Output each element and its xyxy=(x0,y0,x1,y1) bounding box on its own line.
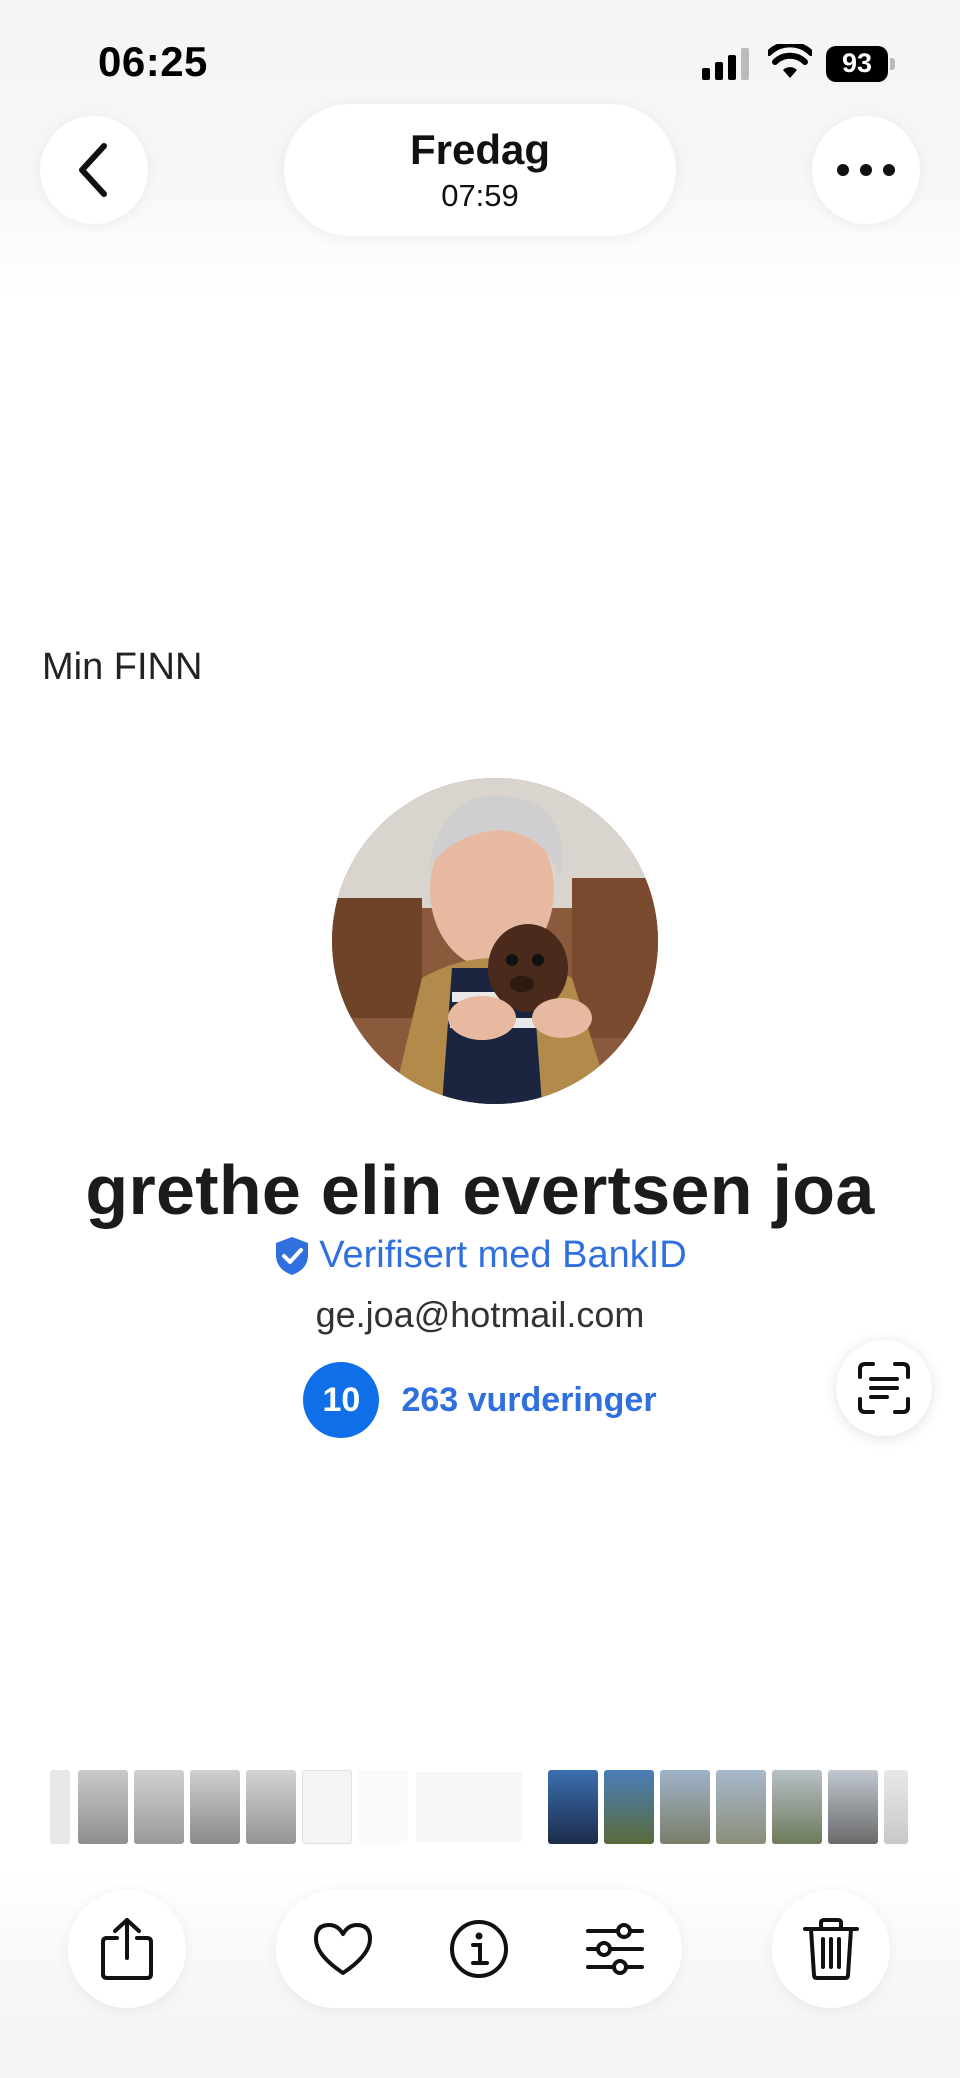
live-text-button[interactable] xyxy=(836,1340,932,1436)
battery-level: 93 xyxy=(841,48,873,78)
verified-text: Verifisert med BankID xyxy=(319,1234,687,1276)
photo-thumbnail[interactable] xyxy=(358,1770,408,1844)
photo-thumbnail[interactable] xyxy=(246,1770,296,1844)
chevron-left-icon xyxy=(79,143,107,197)
photo-thumbnail[interactable] xyxy=(828,1770,878,1844)
section-label: Min FINN xyxy=(42,646,203,688)
photo-thumbnail[interactable] xyxy=(716,1770,766,1844)
photo-thumbnail[interactable] xyxy=(134,1770,184,1844)
photo-thumbnail[interactable] xyxy=(772,1770,822,1844)
status-bar: 06:25 93 xyxy=(0,0,960,110)
battery-tip xyxy=(890,58,895,70)
info-icon xyxy=(450,1920,508,1978)
share-button[interactable] xyxy=(68,1890,186,2008)
trash-icon xyxy=(803,1918,859,1980)
photo-thumbnail[interactable] xyxy=(50,1770,70,1844)
sliders-icon xyxy=(586,1923,644,1975)
adjust-button[interactable] xyxy=(582,1916,648,1982)
battery-indicator: 93 xyxy=(826,46,896,82)
favorite-button[interactable] xyxy=(310,1916,376,1982)
status-time: 06:25 xyxy=(98,38,208,85)
info-button[interactable] xyxy=(446,1916,512,1982)
profile-email: ge.joa@hotmail.com xyxy=(315,1294,645,1335)
photo-thumbnail[interactable] xyxy=(660,1770,710,1844)
photo-day: Fredag xyxy=(409,126,551,173)
photo-thumbnail-strip[interactable] xyxy=(50,1770,910,1844)
back-button[interactable] xyxy=(40,116,148,224)
delete-button[interactable] xyxy=(772,1890,890,2008)
photo-thumbnail[interactable] xyxy=(548,1770,598,1844)
share-icon xyxy=(101,1918,153,1980)
rating-count: 263 vurderinger xyxy=(401,1380,657,1419)
photo-date-header[interactable]: Fredag 07:59 xyxy=(284,104,676,236)
photo-thumbnail[interactable] xyxy=(604,1770,654,1844)
verified-badge: Verifisert med BankID xyxy=(0,1234,960,1277)
rating-score-badge: 10 xyxy=(303,1362,380,1438)
photo-thumbnail[interactable] xyxy=(302,1770,352,1844)
wifi-icon xyxy=(768,44,812,78)
photo-thumbnail-current[interactable] xyxy=(414,1770,524,1844)
photo-actions-group xyxy=(276,1890,682,2008)
profile-avatar xyxy=(332,778,658,1104)
photo-time: 07:59 xyxy=(441,178,519,213)
heart-icon xyxy=(314,1923,372,1975)
profile-name: grethe elin evertsen joa xyxy=(85,1151,875,1229)
photo-thumbnail[interactable] xyxy=(78,1770,128,1844)
photo-thumbnail[interactable] xyxy=(884,1770,908,1844)
cellular-signal-icon xyxy=(702,48,749,80)
shield-check-icon xyxy=(276,1236,309,1275)
photo-thumbnail[interactable] xyxy=(190,1770,240,1844)
more-options-button[interactable] xyxy=(812,116,920,224)
profile-photo-icon xyxy=(332,778,658,1104)
live-text-icon xyxy=(858,1362,910,1414)
ellipsis-icon xyxy=(837,164,895,176)
rating-summary: 10 263 vurderinger xyxy=(0,1362,960,1438)
